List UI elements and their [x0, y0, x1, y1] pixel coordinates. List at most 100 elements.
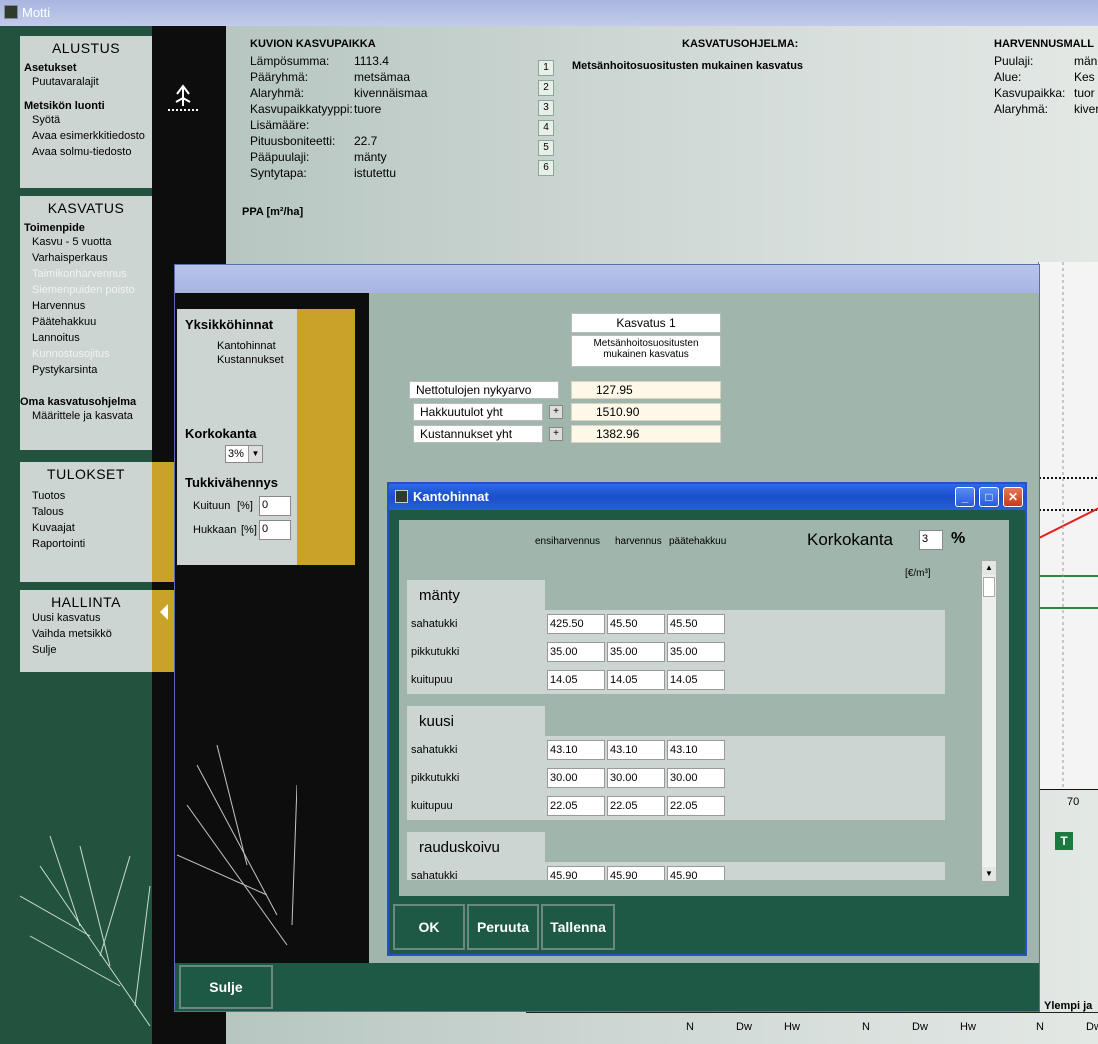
menu-item-paatehakkuu[interactable]: Päätehakkuu	[20, 314, 152, 330]
close-icon[interactable]: ✕	[1003, 487, 1023, 507]
cancel-button[interactable]: Peruuta	[467, 904, 539, 950]
menu-item-raportointi[interactable]: Raportointi	[20, 536, 152, 552]
site-step-button-3[interactable]: 3	[538, 100, 554, 116]
scroll-down-icon[interactable]: ▼	[982, 867, 996, 881]
menu-item-syota[interactable]: Syötä	[20, 112, 152, 128]
maximize-icon[interactable]: □	[979, 487, 999, 507]
menu-item-puutavaralajit[interactable]: Puutavaralajit	[20, 74, 152, 90]
menu-item-siemenpuiden-poisto[interactable]: Siemenpuiden poisto	[20, 282, 152, 298]
price-input[interactable]: 45.50	[607, 614, 665, 634]
menu-item-taimikonharvennus[interactable]: Taimikonharvennus	[20, 266, 152, 282]
dialog-title: Kantohinnat	[413, 489, 489, 504]
species-list: mänty sahatukki 425.50 45.50 45.50 pikkutukki…	[399, 520, 979, 880]
save-button[interactable]: Tallenna	[541, 904, 615, 950]
yksikkohinnat-title: Yksikköhinnat	[185, 317, 274, 332]
price-row: pikkutukki 30.00 30.00 30.00	[407, 764, 945, 792]
price-input[interactable]: 43.10	[667, 740, 725, 760]
price-input[interactable]: 22.05	[607, 796, 665, 816]
price-input[interactable]: 43.10	[547, 740, 605, 760]
menu-item-vaihda-metsikko[interactable]: Vaihda metsikkö	[20, 626, 152, 642]
species-rows: sahatukki 425.50 45.50 45.50 pikkutukki 35.00…	[407, 610, 945, 694]
site-step-button-6[interactable]: 6	[538, 160, 554, 176]
summary-value: 1510.90	[571, 403, 721, 421]
timber-type-label: pikkutukki	[411, 772, 460, 784]
menu-item-kunnostusojitus[interactable]: Kunnostusojitus	[20, 346, 152, 362]
close-button[interactable]: Sulje	[179, 965, 273, 1009]
expand-plus-icon[interactable]: +	[549, 405, 563, 419]
menu-item-kuvaajat[interactable]: Kuvaajat	[20, 520, 152, 536]
menu-item-talous[interactable]: Talous	[20, 504, 152, 520]
kustannukset-link[interactable]: Kustannukset	[177, 352, 297, 366]
price-input[interactable]: 30.00	[547, 768, 605, 788]
kantohinnat-link[interactable]: Kantohinnat	[177, 332, 297, 352]
dialog-body: ensiharvennus harvennus päätehakkuu Kork…	[399, 520, 1009, 896]
panel-tulokset: TULOKSET Tuotos Talous Kuvaajat Raportoi…	[16, 462, 152, 582]
site-field-value: kivennäismaa	[354, 86, 428, 100]
axis-label: Dw	[1086, 1021, 1098, 1033]
kantohinnat-dialog: Kantohinnat _ □ ✕ ensiharvennus harvennu…	[387, 482, 1027, 956]
kuituun-input[interactable]: 0	[259, 496, 291, 516]
menu-item-uusi-kasvatus[interactable]: Uusi kasvatus	[20, 610, 152, 626]
menu-item-avaa-esimerkki[interactable]: Avaa esimerkkitiedosto	[20, 128, 152, 144]
species-rows: sahatukki 43.10 43.10 43.10 pikkutukki 30.00 3…	[407, 736, 945, 820]
price-input[interactable]: 45.90	[607, 866, 665, 880]
ok-button[interactable]: OK	[393, 904, 465, 950]
chevron-down-icon[interactable]: ▼	[248, 446, 262, 462]
chart-lines	[1038, 262, 1098, 791]
price-input[interactable]: 30.00	[607, 768, 665, 788]
menu-item-lannoitus[interactable]: Lannoitus	[20, 330, 152, 346]
summary-label: Nettotulojen nykyarvo	[409, 381, 559, 399]
species-name: rauduskoivu	[407, 832, 545, 862]
price-input[interactable]: 22.05	[667, 796, 725, 816]
thinning-field-value: Kes	[1074, 70, 1095, 84]
price-input[interactable]: 35.00	[607, 642, 665, 662]
menu-item-kasvu[interactable]: Kasvu - 5 vuotta	[20, 234, 152, 250]
program-title: KASVATUSOHJELMA:	[682, 38, 799, 50]
timber-type-label: pikkutukki	[411, 646, 460, 658]
arrow-left-icon	[160, 604, 168, 620]
price-input[interactable]: 45.50	[667, 614, 725, 634]
price-input[interactable]: 14.05	[547, 670, 605, 690]
site-field-label: Kasvupaikkatyyppi:	[250, 102, 353, 116]
price-input[interactable]: 35.00	[547, 642, 605, 662]
site-step-button-5[interactable]: 5	[538, 140, 554, 156]
scroll-thumb[interactable]	[983, 577, 995, 597]
menu-item-pystykarsinta[interactable]: Pystykarsinta	[20, 362, 152, 378]
price-input[interactable]: 45.90	[547, 866, 605, 880]
price-input[interactable]: 35.00	[667, 642, 725, 662]
price-input[interactable]: 30.00	[667, 768, 725, 788]
scroll-up-icon[interactable]: ▲	[982, 561, 996, 575]
chart-badge: T	[1055, 832, 1073, 850]
price-input[interactable]: 43.10	[607, 740, 665, 760]
site-step-button-4[interactable]: 4	[538, 120, 554, 136]
pine-branch-image	[20, 835, 151, 1027]
vertical-scrollbar[interactable]: ▲ ▼	[981, 560, 997, 882]
price-input[interactable]: 425.50	[547, 614, 605, 634]
site-field-value: 22.7	[354, 134, 378, 148]
hukkaan-input[interactable]: 0	[259, 520, 291, 540]
thinning-field-label: Alaryhmä:	[994, 102, 1049, 116]
panel-header: ALUSTUS	[51, 40, 121, 56]
program-value: Metsänhoitosuositusten mukainen kasvatus	[572, 60, 804, 72]
expand-plus-icon[interactable]: +	[549, 427, 563, 441]
korkokanta-select[interactable]: 3% ▼	[225, 445, 263, 463]
axis-label: N	[686, 1021, 694, 1033]
menu-item-avaa-solmu[interactable]: Avaa solmu-tiedosto	[20, 144, 152, 160]
menu-item-harvennus[interactable]: Harvennus	[20, 298, 152, 314]
minimize-icon[interactable]: _	[955, 487, 975, 507]
price-row: sahatukki 43.10 43.10 43.10	[407, 736, 945, 764]
axis-label: N	[1036, 1021, 1044, 1033]
menu-item-varhaisperkaus[interactable]: Varhaisperkaus	[20, 250, 152, 266]
economics-window-title-bar	[175, 265, 1039, 293]
menu-item-tuotos[interactable]: Tuotos	[20, 488, 152, 504]
price-input[interactable]: 22.05	[547, 796, 605, 816]
species-name: kuusi	[407, 706, 545, 736]
site-step-button-1[interactable]: 1	[538, 60, 554, 76]
price-input[interactable]: 14.05	[607, 670, 665, 690]
menu-item-maarittele[interactable]: Määrittele ja kasvata	[20, 408, 152, 424]
price-input[interactable]: 45.90	[667, 866, 725, 880]
menu-item-sulje[interactable]: Sulje	[20, 642, 152, 658]
site-step-button-2[interactable]: 2	[538, 80, 554, 96]
site-field-label: Lisämääre:	[250, 118, 310, 132]
price-input[interactable]: 14.05	[667, 670, 725, 690]
